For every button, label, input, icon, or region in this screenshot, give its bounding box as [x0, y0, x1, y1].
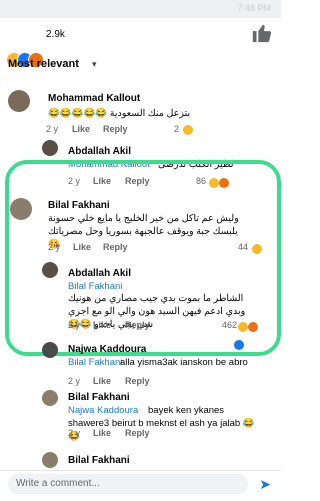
avatar[interactable] — [42, 452, 58, 468]
reaction-count-badge[interactable]: 44 — [238, 242, 248, 252]
comment-time: 2 y — [68, 376, 81, 386]
comment-time: 2 y — [48, 242, 61, 252]
comment-time: 2 y — [46, 124, 59, 134]
reply-link[interactable]: Reply — [125, 428, 150, 438]
avatar[interactable] — [42, 390, 58, 406]
comment-author[interactable]: Mohammad Kallout — [48, 93, 140, 104]
like-link[interactable]: Like — [93, 428, 111, 438]
like-link[interactable]: Like — [93, 376, 111, 386]
reply-link[interactable]: Reply — [103, 124, 128, 134]
comment-author[interactable]: Bilal Fakhani — [68, 392, 130, 403]
avatar[interactable] — [10, 198, 32, 220]
reaction-count[interactable]: 2.9k — [46, 29, 65, 40]
comment-text: بتزعل منك السعودية 😂😂😂😂😂 — [48, 108, 191, 119]
reply-link[interactable]: Reply — [125, 376, 150, 386]
reply-link[interactable]: Reply — [103, 242, 128, 252]
avatar[interactable] — [42, 342, 58, 358]
comment-author[interactable]: Abdallah Akil — [68, 268, 131, 279]
reaction-count-badge[interactable]: 462 — [222, 320, 237, 330]
reaction-icons — [252, 241, 266, 254]
comment-text: alla yisma3ak ianskon be abro — [120, 357, 248, 368]
reaction-icons — [234, 319, 268, 350]
reply-link[interactable]: Reply — [125, 320, 150, 330]
avatar[interactable] — [42, 262, 58, 278]
avatar[interactable] — [8, 90, 30, 112]
like-link[interactable]: Like — [93, 320, 111, 330]
comment-author[interactable]: Najwa Kaddoura — [68, 344, 146, 355]
comment-author[interactable]: Bilal Fakhani — [48, 200, 110, 211]
comment-time: 2 y — [68, 320, 81, 330]
send-icon[interactable]: ➤ — [259, 476, 271, 493]
like-link[interactable]: Like — [72, 124, 90, 134]
chevron-down-icon[interactable]: ▾ — [92, 59, 97, 70]
reaction-count-badge[interactable]: 2 — [174, 124, 179, 134]
comment-filter[interactable]: Most relevant — [8, 58, 79, 70]
reaction-icons — [183, 122, 201, 135]
comment-time: 2 y — [68, 428, 81, 438]
like-button[interactable] — [251, 22, 273, 44]
status-time: 7:48 PM — [237, 3, 271, 13]
comment-input[interactable]: Write a comment... — [8, 474, 248, 494]
like-link[interactable]: Like — [73, 242, 91, 252]
mention-link[interactable]: Bilal Fakhani — [68, 356, 122, 369]
comment-author[interactable]: Abdallah Akil — [68, 146, 131, 157]
comment-author[interactable]: Bilal Fakhani — [68, 455, 130, 466]
avatar[interactable] — [42, 140, 58, 156]
